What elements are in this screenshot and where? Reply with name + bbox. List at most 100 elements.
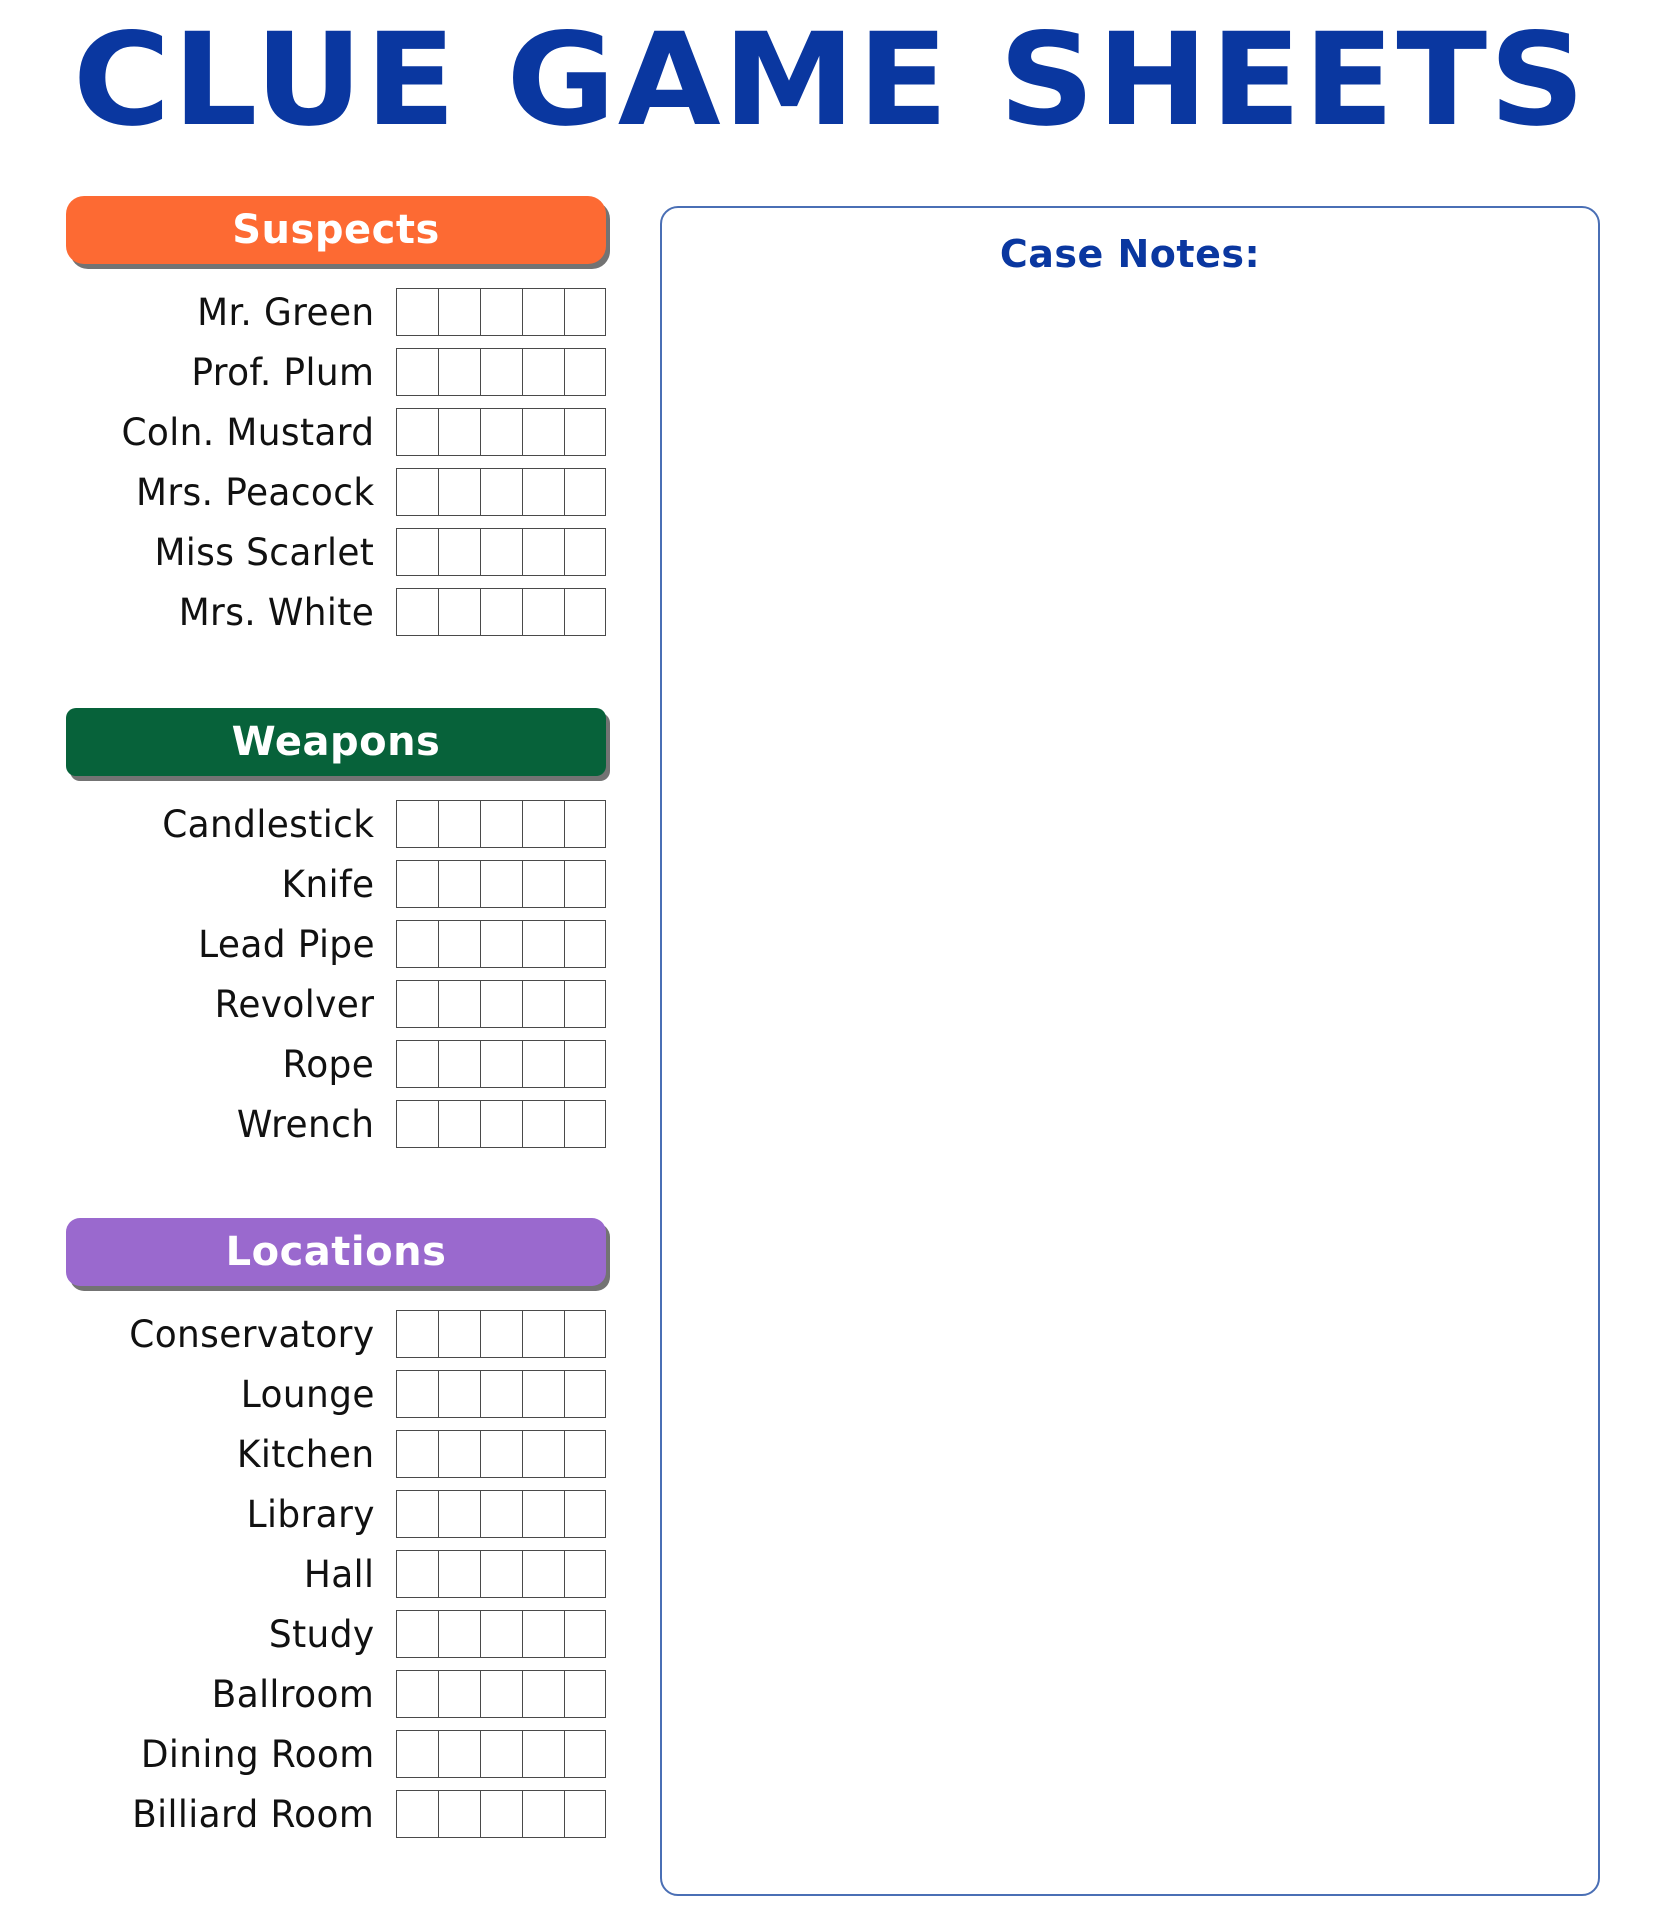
checkbox-cell[interactable]	[522, 1550, 564, 1598]
checkbox-cell[interactable]	[438, 528, 480, 576]
checkbox-cell[interactable]	[564, 588, 606, 636]
checkbox-cell[interactable]	[522, 1730, 564, 1778]
checkbox-cell[interactable]	[522, 1610, 564, 1658]
checkbox-cell[interactable]	[438, 980, 480, 1028]
checkbox-cell[interactable]	[480, 1550, 522, 1598]
checkbox-cell[interactable]	[564, 1040, 606, 1088]
checkbox-cell[interactable]	[564, 1100, 606, 1148]
checkbox-cell[interactable]	[480, 1610, 522, 1658]
checkbox-cell[interactable]	[438, 1040, 480, 1088]
checkbox-cell[interactable]	[438, 588, 480, 636]
checkbox-cell[interactable]	[438, 408, 480, 456]
checkbox-cell[interactable]	[564, 1370, 606, 1418]
checkbox-cell[interactable]	[564, 468, 606, 516]
checkbox-cell[interactable]	[480, 980, 522, 1028]
checkbox-cell[interactable]	[396, 1610, 438, 1658]
checkbox-cell[interactable]	[396, 860, 438, 908]
checkbox-cell[interactable]	[564, 528, 606, 576]
checkbox-cell[interactable]	[564, 1730, 606, 1778]
checkbox-cell[interactable]	[480, 1790, 522, 1838]
checkbox-cell[interactable]	[480, 1310, 522, 1358]
checkbox-cell[interactable]	[438, 1790, 480, 1838]
checkbox-cell[interactable]	[396, 1370, 438, 1418]
checkbox-cell[interactable]	[564, 1610, 606, 1658]
checkbox-cell[interactable]	[522, 1670, 564, 1718]
checkbox-cell[interactable]	[522, 1310, 564, 1358]
checkbox-cell[interactable]	[396, 1550, 438, 1598]
checkbox-cell[interactable]	[396, 348, 438, 396]
case-notes-panel[interactable]: Case Notes:	[660, 206, 1600, 1896]
checkbox-cell[interactable]	[396, 1670, 438, 1718]
checkbox-cell[interactable]	[564, 800, 606, 848]
checkbox-cell[interactable]	[438, 860, 480, 908]
checkbox-cell[interactable]	[480, 1670, 522, 1718]
checkbox-cell[interactable]	[564, 288, 606, 336]
checkbox-cell[interactable]	[480, 1100, 522, 1148]
checkbox-cell[interactable]	[396, 1790, 438, 1838]
checkbox-cell[interactable]	[480, 468, 522, 516]
checkbox-cell[interactable]	[480, 1430, 522, 1478]
checkbox-cell[interactable]	[564, 980, 606, 1028]
checkbox-cell[interactable]	[522, 1100, 564, 1148]
checkbox-cell[interactable]	[480, 800, 522, 848]
checkbox-cell[interactable]	[480, 1730, 522, 1778]
checkbox-cell[interactable]	[438, 1730, 480, 1778]
checkbox-cell[interactable]	[522, 860, 564, 908]
checkbox-cell[interactable]	[438, 1610, 480, 1658]
checkbox-cell[interactable]	[438, 1670, 480, 1718]
checkbox-cell[interactable]	[396, 468, 438, 516]
checkbox-cell[interactable]	[522, 1790, 564, 1838]
checkbox-cell[interactable]	[564, 1670, 606, 1718]
checkbox-cell[interactable]	[396, 1040, 438, 1088]
checkbox-cell[interactable]	[522, 1490, 564, 1538]
checkbox-cell[interactable]	[438, 1430, 480, 1478]
checkbox-cell[interactable]	[438, 1310, 480, 1358]
checkbox-cell[interactable]	[522, 980, 564, 1028]
checkbox-cell[interactable]	[480, 348, 522, 396]
checkbox-cell[interactable]	[564, 1490, 606, 1538]
checkbox-cell[interactable]	[438, 920, 480, 968]
checkbox-cell[interactable]	[522, 1430, 564, 1478]
checkbox-cell[interactable]	[564, 348, 606, 396]
checkbox-cell[interactable]	[396, 588, 438, 636]
checkbox-cell[interactable]	[396, 1730, 438, 1778]
checkbox-cell[interactable]	[564, 1550, 606, 1598]
checkbox-cell[interactable]	[396, 1100, 438, 1148]
checkbox-cell[interactable]	[564, 408, 606, 456]
checkbox-cell[interactable]	[564, 860, 606, 908]
checkbox-cell[interactable]	[522, 800, 564, 848]
checkbox-cell[interactable]	[522, 588, 564, 636]
checkbox-cell[interactable]	[522, 1370, 564, 1418]
checkbox-cell[interactable]	[522, 1040, 564, 1088]
checkbox-cell[interactable]	[396, 408, 438, 456]
checkbox-cell[interactable]	[396, 528, 438, 576]
checkbox-cell[interactable]	[396, 800, 438, 848]
checkbox-cell[interactable]	[564, 1310, 606, 1358]
checkbox-cell[interactable]	[396, 980, 438, 1028]
checkbox-cell[interactable]	[564, 1790, 606, 1838]
checkbox-cell[interactable]	[522, 408, 564, 456]
checkbox-cell[interactable]	[522, 920, 564, 968]
checkbox-cell[interactable]	[480, 588, 522, 636]
checkbox-cell[interactable]	[480, 1490, 522, 1538]
checkbox-cell[interactable]	[438, 468, 480, 516]
checkbox-cell[interactable]	[438, 1100, 480, 1148]
checkbox-cell[interactable]	[564, 920, 606, 968]
checkbox-cell[interactable]	[438, 348, 480, 396]
checkbox-cell[interactable]	[522, 528, 564, 576]
checkbox-cell[interactable]	[480, 1040, 522, 1088]
checkbox-cell[interactable]	[480, 408, 522, 456]
checkbox-cell[interactable]	[438, 800, 480, 848]
checkbox-cell[interactable]	[396, 920, 438, 968]
checkbox-cell[interactable]	[438, 288, 480, 336]
checkbox-cell[interactable]	[480, 528, 522, 576]
checkbox-cell[interactable]	[396, 1490, 438, 1538]
checkbox-cell[interactable]	[396, 1430, 438, 1478]
checkbox-cell[interactable]	[522, 348, 564, 396]
checkbox-cell[interactable]	[480, 860, 522, 908]
checkbox-cell[interactable]	[564, 1430, 606, 1478]
checkbox-cell[interactable]	[396, 1310, 438, 1358]
case-notes-writing-area[interactable]	[662, 308, 1598, 1894]
checkbox-cell[interactable]	[438, 1550, 480, 1598]
checkbox-cell[interactable]	[396, 288, 438, 336]
